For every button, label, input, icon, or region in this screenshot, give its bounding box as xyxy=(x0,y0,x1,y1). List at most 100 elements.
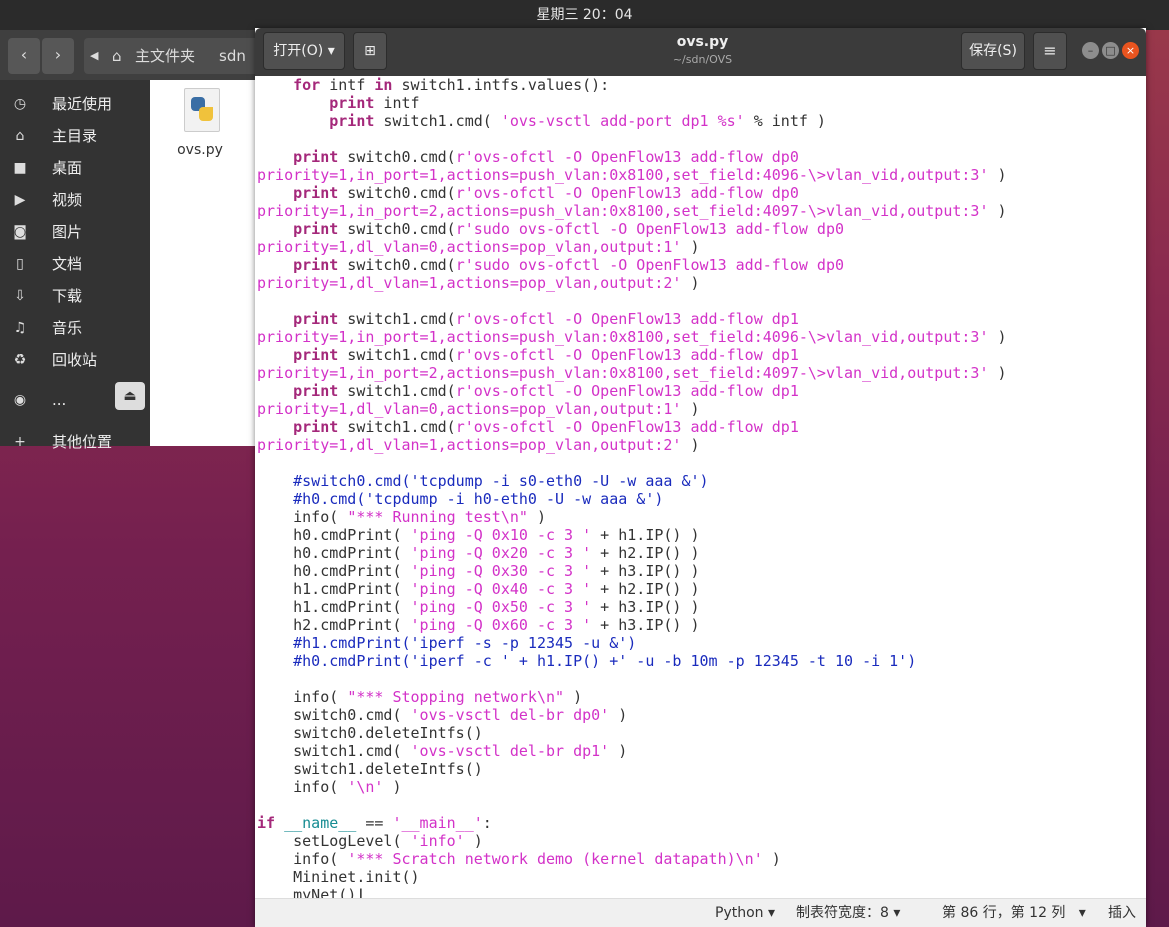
clock[interactable]: 星期三 20：04 xyxy=(536,7,632,23)
new-tab-button[interactable]: ⊞ xyxy=(353,32,387,70)
sidebar-item-label: 下载 xyxy=(52,287,83,305)
code-line: print intf xyxy=(329,94,420,112)
code-line: priority=1,dl_vlan=0,actions=pop_vlan,ou… xyxy=(257,238,700,256)
editor-header: 打开(O) ▾ ⊞ ovs.py ~/sdn/OVS 保存(S) ≡ – □ × xyxy=(255,28,1146,76)
crumb-home[interactable]: 主文件夹 xyxy=(135,38,195,74)
code-line: priority=1,dl_vlan=1,actions=pop_vlan,ou… xyxy=(257,274,700,292)
code-line: print switch1.cmd( 'ovs-vsctl add-port d… xyxy=(329,112,826,130)
sidebar-item[interactable]: ♫ 音乐 xyxy=(0,312,150,344)
code-line: print switch0.cmd(r'sudo ovs-ofctl -O Op… xyxy=(293,220,845,238)
code-editor[interactable]: for intf in switch1.intfs.values(): prin… xyxy=(255,76,1146,898)
sidebar-item[interactable]: ⌂ 主目录 xyxy=(0,120,150,152)
menu-button[interactable]: ≡ xyxy=(1033,32,1067,70)
window-title: ovs.py xyxy=(676,34,729,50)
video-icon: ▶ xyxy=(14,192,26,208)
top-bar: 星期三 20：04 xyxy=(0,0,1169,30)
sidebar-item[interactable]: ⇩ 下载 xyxy=(0,280,150,312)
code-line: priority=1,in_port=2,actions=push_vlan:0… xyxy=(257,202,1007,220)
code-line: #switch0.cmd('tcpdump -i s0-eth0 -U -w a… xyxy=(293,472,709,490)
maximize-button[interactable]: □ xyxy=(1102,42,1119,59)
code-line: print switch1.cmd(r'ovs-ofctl -O OpenFlo… xyxy=(293,346,799,364)
crumb-sdn[interactable]: sdn xyxy=(219,38,246,74)
download-icon: ⇩ xyxy=(14,288,26,304)
code-line: switch1.deleteIntfs() xyxy=(257,760,483,778)
cursor-position-label: 第 86 行，第 12 列 xyxy=(942,905,1066,921)
code-line: switch0.deleteIntfs() xyxy=(257,724,483,742)
file-item[interactable]: ovs.py xyxy=(176,88,230,158)
breadcrumb: ◀ ⌂ 主文件夹 sdn xyxy=(84,38,264,74)
gedit-window: 打开(O) ▾ ⊞ ovs.py ~/sdn/OVS 保存(S) ≡ – □ ×… xyxy=(255,28,1146,927)
code-line: #h0.cmdPrint('iperf -c ' + h1.IP() +' -u… xyxy=(293,652,917,670)
code-line: h0.cmdPrint( 'ping -Q 0x30 -c 3 ' + h3.I… xyxy=(257,562,700,580)
save-button[interactable]: 保存(S) xyxy=(961,32,1025,70)
sidebar-item[interactable]: ◙ 图片 xyxy=(0,216,150,248)
sidebar-item-label: 视频 xyxy=(52,191,83,209)
back-button[interactable]: ‹ xyxy=(8,38,40,74)
sidebar-item[interactable]: ▯ 文档 xyxy=(0,248,150,280)
tab-width-selector[interactable]: 制表符宽度：8 ▾ xyxy=(796,899,900,927)
code-line: priority=1,dl_vlan=1,actions=pop_vlan,ou… xyxy=(257,436,700,454)
home-icon: ⌂ xyxy=(112,47,122,65)
sidebar-item-label: 主目录 xyxy=(52,127,98,145)
forward-button[interactable]: › xyxy=(42,38,74,74)
eject-button[interactable]: ⏏ xyxy=(115,382,145,410)
code-line: h1.cmdPrint( 'ping -Q 0x50 -c 3 ' + h3.I… xyxy=(257,598,700,616)
language-selector[interactable]: Python ▾ xyxy=(715,899,775,927)
file-view: ovs.py xyxy=(150,80,256,446)
sidebar-item-label: 音乐 xyxy=(52,319,83,337)
trash-icon: ♻ xyxy=(13,352,27,368)
code-line: h0.cmdPrint( 'ping -Q 0x20 -c 3 ' + h2.I… xyxy=(257,544,700,562)
sidebar-item-label: 图片 xyxy=(52,223,83,241)
plus-icon: + xyxy=(14,434,26,450)
sidebar-item[interactable]: + 其他位置 xyxy=(0,426,150,458)
code-line: h0.cmdPrint( 'ping -Q 0x10 -c 3 ' + h1.I… xyxy=(257,526,700,544)
sidebar-item-label: 最近使用 xyxy=(52,95,113,113)
code-line: switch1.cmd( 'ovs-vsctl del-br dp1' ) xyxy=(257,742,628,760)
sidebar-item-label: 桌面 xyxy=(52,159,83,177)
close-button[interactable]: × xyxy=(1122,42,1139,59)
code-line: Mininet.init() xyxy=(257,868,420,886)
sidebar-item[interactable]: ▶ 视频 xyxy=(0,184,150,216)
code-line: print switch1.cmd(r'ovs-ofctl -O OpenFlo… xyxy=(293,418,799,436)
chevron-down-icon: ▾ xyxy=(893,905,901,921)
sidebar-item-label: 回收站 xyxy=(52,351,98,369)
code-line: print switch0.cmd(r'ovs-ofctl -O OpenFlo… xyxy=(293,184,799,202)
code-line: h2.cmdPrint( 'ping -Q 0x60 -c 3 ' + h3.I… xyxy=(257,616,700,634)
sidebar: ◷ 最近使用 ⌂ 主目录 ■ 桌面 ▶ 视频 ◙ 图片 ▯ 文档 ⇩ 下载 ♫ 音乐 ♻ 回收站 ◉... + 其他位置… xyxy=(0,80,150,451)
open-button[interactable]: 打开(O) ▾ xyxy=(263,32,345,70)
sidebar-item-label: 文档 xyxy=(52,255,83,273)
music-icon: ♫ xyxy=(13,320,27,336)
crumb-left-arrow-icon[interactable]: ◀ xyxy=(90,38,98,74)
cursor-position[interactable]: 第 86 行，第 12 列 ▾ xyxy=(942,899,1086,927)
folder-icon: ■ xyxy=(13,160,27,176)
chevron-down-icon: ▾ xyxy=(327,43,335,59)
sidebar-item[interactable]: ■ 桌面 xyxy=(0,152,150,184)
sidebar-item[interactable]: ♻ 回收站 xyxy=(0,344,150,376)
code-line: priority=1,in_port=2,actions=push_vlan:0… xyxy=(257,364,1007,382)
code-line: setLogLevel( 'info' ) xyxy=(257,832,483,850)
minimize-button[interactable]: – xyxy=(1082,42,1099,59)
sidebar-item[interactable]: ◷ 最近使用 xyxy=(0,88,150,120)
code-line: print switch0.cmd(r'sudo ovs-ofctl -O Op… xyxy=(293,256,845,274)
code-line: print switch1.cmd(r'ovs-ofctl -O OpenFlo… xyxy=(293,382,799,400)
home-icon: ⌂ xyxy=(15,128,25,144)
file-manager-header: ‹ › ◀ ⌂ 主文件夹 sdn xyxy=(0,30,264,80)
clock-icon: ◷ xyxy=(13,96,27,112)
code-line: priority=1,dl_vlan=0,actions=pop_vlan,ou… xyxy=(257,400,700,418)
tab-width-label: 制表符宽度：8 xyxy=(796,905,889,921)
text-cursor: | xyxy=(356,886,366,898)
document-icon: ▯ xyxy=(16,256,24,272)
chevron-down-icon: ▾ xyxy=(1078,905,1086,921)
code-line: info( '\n' ) xyxy=(257,778,402,796)
file-name: ovs.py xyxy=(177,142,223,158)
code-line: info( '*** Scratch network demo (kernel … xyxy=(257,850,781,868)
insert-mode[interactable]: 插入 xyxy=(1108,899,1136,927)
code-line: priority=1,in_port=1,actions=push_vlan:0… xyxy=(257,328,1007,346)
code-line: info( "*** Running test\n" ) xyxy=(257,508,546,526)
code-line: info( "*** Stopping network\n" ) xyxy=(257,688,583,706)
